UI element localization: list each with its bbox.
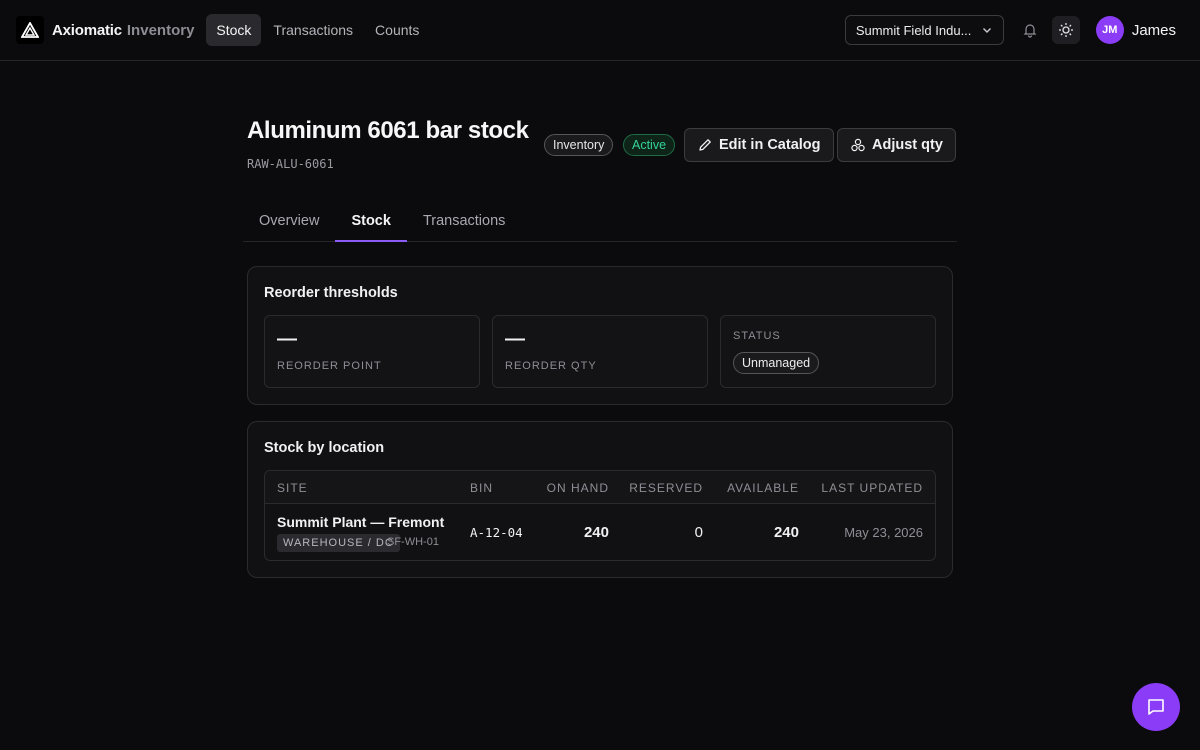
inventory-badge: Inventory [544,134,614,156]
boxes-icon [851,138,865,152]
status-stat: STATUS Unmanaged [720,315,936,388]
bin-code: A-12-04 [470,525,523,540]
last-updated-value: May 23, 2026 [844,525,923,540]
chevron-down-icon [982,28,991,33]
organization-select-value: Summit Field Indu... [855,22,972,38]
bell-icon [1023,24,1037,38]
column-header-available[interactable]: AVAILABLE [727,481,799,495]
tab-overview[interactable]: Overview [243,201,335,241]
status-label: STATUS [733,330,781,342]
status-badge: Active [623,134,676,156]
reorder-qty-label: REORDER QTY [505,360,597,372]
nav-transactions[interactable]: Transactions [263,14,363,46]
sun-icon [1058,23,1073,37]
pencil-icon [699,139,711,151]
page-title: Aluminum 6061 bar stock [247,117,529,144]
status-value-badge: Unmanaged [733,352,820,374]
theme-toggle-button[interactable] [1051,16,1080,44]
site-name: Summit Plant — Fremont [277,514,445,530]
brand-name: Axiomatic [52,21,122,39]
edit-in-catalog-label: Edit in Catalog [719,137,821,153]
nav-stock[interactable]: Stock [206,14,262,46]
user-name[interactable]: James [1132,22,1176,39]
stock-table: SITE BIN ON HAND RESERVED AVAILABLE LAST… [264,470,936,561]
organization-select[interactable]: Summit Field Indu... [844,15,1004,45]
top-navigation: Axiomatic Inventory Stock Transactions C… [0,0,1200,61]
notifications-button[interactable] [1016,16,1044,44]
reorder-thresholds-title: Reorder thresholds [264,285,398,301]
item-tabs: Overview Stock Transactions [243,201,957,242]
item-sku: RAW-ALU-6061 [247,157,334,171]
stock-by-location-title: Stock by location [264,440,385,456]
column-header-bin[interactable]: BIN [470,481,493,495]
column-header-last-updated[interactable]: LAST UPDATED [821,481,923,495]
adjust-qty-button[interactable]: Adjust qty [837,128,956,162]
user-avatar[interactable]: JM [1095,16,1124,44]
reorder-point-value: — [277,328,297,350]
app-logo[interactable] [16,16,44,44]
chat-button[interactable] [1132,683,1180,731]
column-header-reserved[interactable]: RESERVED [629,481,703,495]
adjust-qty-label: Adjust qty [872,137,943,153]
triangle-logo-icon [21,22,39,38]
site-code: SF-WH-01 [387,536,439,548]
brand-subtitle: Inventory [126,21,195,39]
tab-transactions[interactable]: Transactions [407,201,521,241]
reorder-point-stat: — REORDER POINT [264,315,480,388]
stock-by-location-card: Stock by location SITE BIN ON HAND RESER… [247,421,953,578]
site-type-tag: WAREHOUSE / DC [277,534,400,552]
chat-bubble-icon [1148,699,1164,715]
on-hand-value: 240 [583,524,609,541]
reorder-thresholds-card: Reorder thresholds — REORDER POINT — REO… [247,266,953,405]
reorder-qty-value: — [505,328,525,350]
reserved-value: 0 [694,524,703,541]
reorder-qty-stat: — REORDER QTY [492,315,708,388]
column-header-on-hand[interactable]: ON HAND [547,481,609,495]
reorder-point-label: REORDER POINT [277,360,382,372]
tab-stock[interactable]: Stock [335,201,407,242]
available-value: 240 [773,524,799,541]
table-header: SITE BIN ON HAND RESERVED AVAILABLE LAST… [265,471,935,504]
edit-in-catalog-button[interactable]: Edit in Catalog [684,128,834,162]
column-header-site[interactable]: SITE [277,481,308,495]
nav-counts[interactable]: Counts [365,14,429,46]
